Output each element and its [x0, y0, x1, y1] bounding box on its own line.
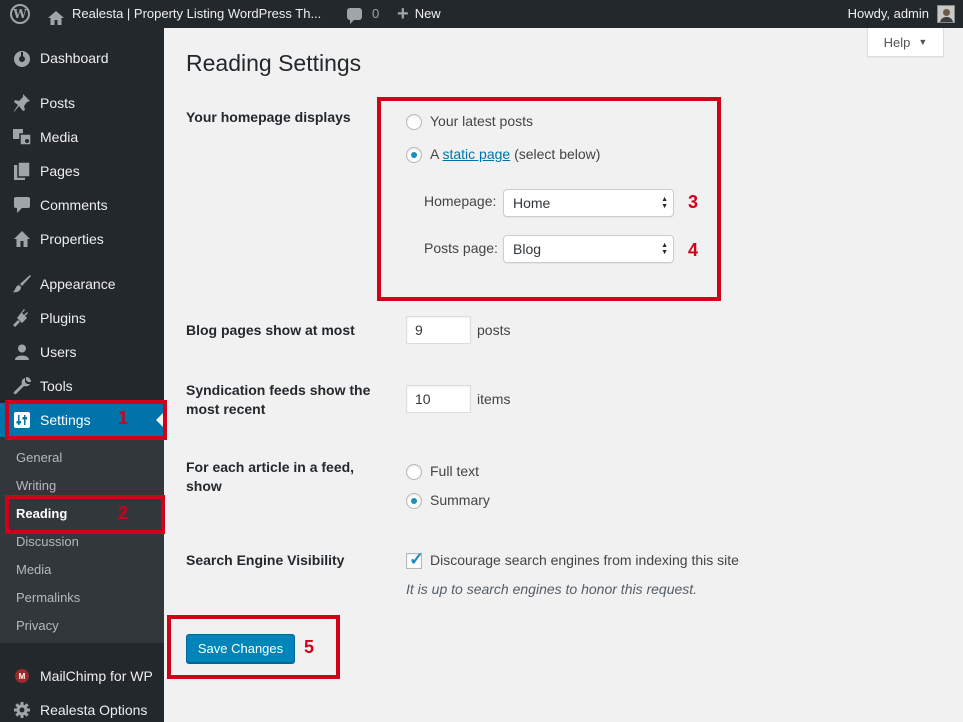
annotation-box-reading	[5, 495, 165, 534]
annotation-box-homepage	[377, 97, 721, 301]
sidebar-item-label: Plugins	[40, 310, 86, 326]
annotation-box-settings	[5, 400, 167, 440]
posts-per-rss-input[interactable]: 10	[406, 385, 471, 413]
admin-sidebar: Dashboard Posts Media Pages Comments Pro…	[0, 28, 164, 722]
submenu-item-privacy[interactable]: Privacy	[16, 616, 59, 636]
new-content-link[interactable]: + New	[397, 0, 441, 28]
submenu-item-writing[interactable]: Writing	[16, 476, 56, 496]
page-title: Reading Settings	[186, 50, 362, 76]
plus-icon: +	[397, 3, 409, 25]
search-visibility-label: Search Engine Visibility	[186, 552, 345, 568]
gear-icon	[12, 700, 32, 720]
plug-icon	[12, 308, 32, 328]
sidebar-item-realesta-options[interactable]: Realesta Options	[0, 693, 164, 722]
blog-pages-label: Blog pages show at most	[186, 322, 355, 338]
sidebar-item-label: Properties	[40, 231, 104, 247]
radio-summary-label[interactable]: Summary	[430, 491, 490, 510]
mailchimp-icon: M	[12, 666, 32, 686]
syndication-label: Syndication feeds show the most recent	[186, 382, 371, 417]
annotation-number: 3	[688, 192, 699, 212]
sidebar-item-label: Pages	[40, 163, 80, 179]
user-icon	[12, 342, 32, 362]
help-tab-button[interactable]: Help ▼	[867, 28, 944, 57]
sidebar-item-users[interactable]: Users	[0, 335, 164, 369]
comments-link[interactable]: 0	[347, 0, 379, 28]
sidebar-item-plugins[interactable]: Plugins	[0, 301, 164, 335]
media-icon	[12, 127, 32, 147]
admin-bar: W Realesta | Property Listing WordPress …	[0, 0, 963, 28]
sidebar-item-label: Realesta Options	[40, 702, 148, 718]
checkmark-icon: ✓	[409, 549, 425, 569]
pushpin-icon	[12, 93, 32, 113]
paintbrush-icon	[12, 274, 32, 294]
sidebar-item-media[interactable]: Media	[0, 120, 164, 154]
house-icon	[12, 229, 32, 249]
annotation-number: 5	[304, 637, 315, 657]
sidebar-item-appearance[interactable]: Appearance	[0, 267, 164, 301]
radio-summary[interactable]	[406, 493, 422, 509]
homepage-displays-label: Your homepage displays	[186, 109, 351, 125]
feed-article-label: For each article in a feed, show	[186, 459, 355, 494]
submenu-item-permalinks[interactable]: Permalinks	[16, 588, 80, 608]
annotation-number: 4	[688, 240, 699, 260]
sidebar-item-label: Media	[40, 129, 79, 145]
search-visibility-description: It is up to search engines to honor this…	[406, 581, 698, 597]
site-name-link[interactable]: Realesta | Property Listing WordPress Th…	[48, 0, 321, 28]
howdy-text: Howdy, admin	[847, 6, 929, 21]
sidebar-item-label: MailChimp for WP	[40, 668, 153, 684]
discourage-search-checkbox[interactable]: ✓	[406, 549, 424, 569]
discourage-search-label[interactable]: Discourage search engines from indexing …	[430, 551, 739, 570]
comment-bubble-icon	[347, 8, 362, 24]
items-unit-label: items	[477, 391, 511, 407]
sidebar-item-properties[interactable]: Properties	[0, 222, 164, 256]
annotation-number: 1	[118, 408, 129, 428]
wordpress-logo-icon[interactable]: W	[10, 0, 32, 28]
sidebar-item-label: Comments	[40, 197, 108, 213]
dashboard-icon	[12, 48, 32, 68]
comments-count: 0	[372, 6, 380, 21]
comment-icon	[12, 195, 32, 215]
sidebar-item-label: Posts	[40, 95, 76, 111]
submenu-item-general[interactable]: General	[16, 448, 62, 468]
site-name-text: Realesta | Property Listing WordPress Th…	[72, 6, 322, 21]
help-label: Help	[883, 34, 911, 50]
radio-full-text-label[interactable]: Full text	[430, 462, 479, 481]
posts-per-page-input[interactable]: 9	[406, 316, 471, 344]
annotation-box-save	[167, 615, 340, 679]
posts-unit-label: posts	[477, 322, 511, 338]
submenu-item-media[interactable]: Media	[16, 560, 51, 580]
pages-icon	[12, 161, 32, 181]
house-icon	[48, 7, 64, 25]
sidebar-item-dashboard[interactable]: Dashboard	[0, 41, 164, 75]
caret-down-icon: ▼	[918, 37, 928, 47]
sidebar-item-comments[interactable]: Comments	[0, 188, 164, 222]
wrench-icon	[12, 376, 32, 396]
sidebar-item-label: Users	[40, 344, 77, 360]
sidebar-item-tools[interactable]: Tools	[0, 369, 164, 403]
avatar	[937, 5, 955, 23]
sidebar-item-mailchimp[interactable]: M MailChimp for WP	[0, 659, 164, 693]
submenu-item-discussion[interactable]: Discussion	[16, 532, 79, 552]
sidebar-item-pages[interactable]: Pages	[0, 154, 164, 188]
sidebar-item-posts[interactable]: Posts	[0, 86, 164, 120]
sidebar-item-label: Tools	[40, 378, 73, 394]
new-label: New	[414, 6, 441, 21]
sidebar-item-label: Appearance	[40, 276, 116, 292]
sidebar-item-label: Dashboard	[40, 50, 109, 66]
annotation-number: 2	[118, 503, 129, 523]
radio-full-text[interactable]	[406, 464, 422, 480]
my-account-link[interactable]: Howdy, admin	[848, 0, 955, 28]
